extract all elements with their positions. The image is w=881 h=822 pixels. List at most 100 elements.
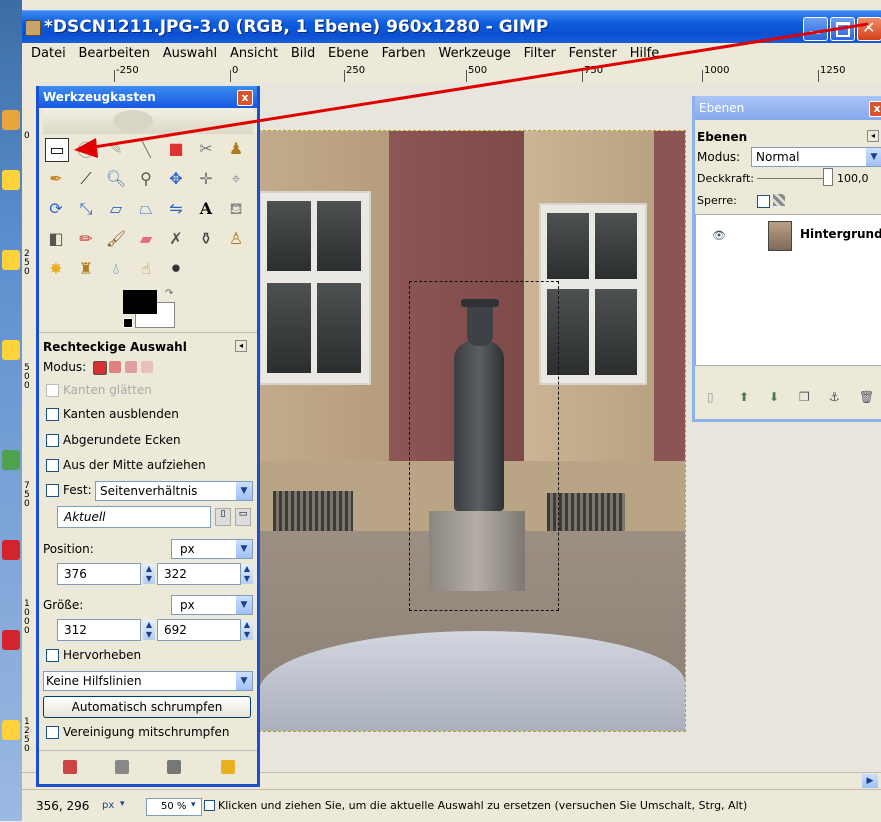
desktop-icon[interactable] xyxy=(2,250,20,270)
foreground-select-tool-icon[interactable]: ♟ xyxy=(225,138,247,160)
position-y-spinner[interactable]: ▲ ▼ xyxy=(241,564,253,584)
configure-icon[interactable]: ◂ xyxy=(867,130,879,142)
ink-tool-icon[interactable]: ⚱ xyxy=(195,228,217,250)
duplicate-layer-icon[interactable]: ❐ xyxy=(799,390,810,404)
desktop-icon[interactable] xyxy=(2,450,20,470)
bucket-fill-tool-icon[interactable]: ⛾ xyxy=(225,198,247,220)
position-x-input[interactable]: 376 xyxy=(57,563,141,585)
perspective-tool-icon[interactable]: ⏢ xyxy=(135,198,157,220)
ellipse-select-tool-icon[interactable]: ◯ xyxy=(75,138,97,160)
free-select-tool-icon[interactable]: ✎ xyxy=(105,138,127,160)
size-unit-select[interactable]: px ▼ xyxy=(171,595,253,615)
heal-tool-icon[interactable]: ✸ xyxy=(45,258,67,280)
scroll-right-icon[interactable]: ▶ xyxy=(862,774,878,788)
color-picker-tool-icon[interactable]: ⟋ xyxy=(75,168,97,190)
fixed-value-input[interactable]: Aktuell xyxy=(57,506,211,528)
paintbrush-tool-icon[interactable]: 🖌︎ xyxy=(105,228,127,250)
expand-from-center-checkbox[interactable] xyxy=(46,459,59,472)
pencil-tool-icon[interactable]: ✏ xyxy=(75,228,97,250)
scissors-tool-icon[interactable]: ✂ xyxy=(195,138,217,160)
image-canvas[interactable] xyxy=(258,130,686,732)
portrait-icon[interactable]: ▯ xyxy=(215,508,231,526)
new-layer-icon[interactable]: ▯ xyxy=(707,390,714,404)
desktop-icon[interactable] xyxy=(2,540,20,560)
anchor-layer-icon[interactable]: ⚓ xyxy=(829,390,840,404)
align-tool-icon[interactable]: ✛ xyxy=(195,168,217,190)
menu-werkzeuge[interactable]: Werkzeuge xyxy=(439,46,511,61)
antialias-checkbox[interactable] xyxy=(46,384,59,397)
flip-tool-icon[interactable]: ⇋ xyxy=(165,198,187,220)
menu-bearbeiten[interactable]: Bearbeiten xyxy=(79,46,150,61)
opacity-slider[interactable] xyxy=(757,178,827,179)
layer-list[interactable]: 👁︎ Hintergrund xyxy=(695,214,881,366)
fixed-checkbox[interactable] xyxy=(46,484,59,497)
menu-hilfe[interactable]: Hilfe xyxy=(630,46,660,61)
horizontal-ruler[interactable]: -250 0 250 500 750 1000 1250 xyxy=(36,63,881,83)
fuzzy-select-tool-icon[interactable]: ╲ xyxy=(135,138,157,160)
menu-farben[interactable]: Farben xyxy=(382,46,426,61)
menu-datei[interactable]: Datei xyxy=(31,46,66,61)
lock-alpha-checkbox[interactable] xyxy=(757,195,770,208)
gimp-app-icon[interactable] xyxy=(25,20,41,36)
layers-titlebar[interactable]: Ebenen x xyxy=(695,96,881,120)
desktop-icon[interactable] xyxy=(2,720,20,740)
size-width-spinner[interactable]: ▲ ▼ xyxy=(143,620,155,640)
raise-layer-icon[interactable]: ⬆ xyxy=(739,390,749,404)
maximize-button[interactable] xyxy=(830,17,855,41)
highlight-checkbox[interactable] xyxy=(46,649,59,662)
shrink-merged-checkbox[interactable] xyxy=(46,726,59,739)
eraser-tool-icon[interactable]: ▰ xyxy=(135,228,157,250)
mode-subtract-icon[interactable] xyxy=(125,361,137,373)
auto-shrink-button[interactable]: Automatisch schrumpfen xyxy=(43,696,251,718)
rectangle-selection[interactable] xyxy=(409,281,559,611)
layer-row[interactable]: 👁︎ Hintergrund xyxy=(696,215,881,255)
reset-options-icon[interactable] xyxy=(221,760,235,774)
blend-tool-icon[interactable]: ◧ xyxy=(45,228,67,250)
blur-tool-icon[interactable]: 💧︎ xyxy=(105,258,127,280)
layers-close-button[interactable]: x xyxy=(869,101,881,117)
window-titlebar[interactable]: *DSCN1211.JPG-3.0 (RGB, 1 Ebene) 960x128… xyxy=(22,10,881,44)
perspective-clone-tool-icon[interactable]: ♜ xyxy=(75,258,97,280)
rotate-tool-icon[interactable]: ⟳ xyxy=(45,198,67,220)
delete-layer-icon[interactable]: 🗑︎ xyxy=(859,390,874,404)
layer-mode-select[interactable]: Normal ▼ xyxy=(751,147,881,167)
menu-ebene[interactable]: Ebene xyxy=(328,46,369,61)
swap-colors-icon[interactable]: ↷ xyxy=(165,288,173,299)
fixed-select[interactable]: Seitenverhältnis ▼ xyxy=(95,481,253,501)
desktop-icon[interactable] xyxy=(2,110,20,130)
zoom-tool-icon[interactable]: 🔍︎ xyxy=(105,168,127,190)
desktop-icon[interactable] xyxy=(2,630,20,650)
desktop-icon[interactable] xyxy=(2,340,20,360)
save-options-icon[interactable] xyxy=(63,760,77,774)
toolbox-close-button[interactable]: x xyxy=(237,90,253,106)
guides-select[interactable]: Keine Hilfslinien ▼ xyxy=(43,671,253,691)
smudge-tool-icon[interactable]: ☝ xyxy=(135,258,157,280)
menu-filter[interactable]: Filter xyxy=(524,46,556,61)
size-height-input[interactable]: 692 xyxy=(157,619,241,641)
color-select-tool-icon[interactable]: ■ xyxy=(165,138,187,160)
measure-tool-icon[interactable]: ⚲ xyxy=(135,168,157,190)
position-unit-select[interactable]: px ▼ xyxy=(171,539,253,559)
toolbox-titlebar[interactable]: Werkzeugkasten x xyxy=(39,86,257,108)
unit-select[interactable]: px ▾ xyxy=(96,798,134,814)
text-tool-icon[interactable]: A xyxy=(195,198,217,220)
clone-tool-icon[interactable]: ♙ xyxy=(225,228,247,250)
opacity-value[interactable]: 100,0 xyxy=(837,172,869,185)
airbrush-tool-icon[interactable]: ✗ xyxy=(165,228,187,250)
opacity-slider-handle[interactable] xyxy=(823,168,833,186)
default-colors-icon[interactable] xyxy=(123,318,133,328)
desktop-icon[interactable] xyxy=(2,170,20,190)
position-y-input[interactable]: 322 xyxy=(157,563,241,585)
foreground-color-swatch[interactable] xyxy=(123,290,157,314)
eye-icon[interactable]: 👁︎ xyxy=(712,229,726,242)
scale-tool-icon[interactable]: ⤡ xyxy=(75,198,97,220)
menu-ansicht[interactable]: Ansicht xyxy=(230,46,278,61)
rounded-corners-checkbox[interactable] xyxy=(46,434,59,447)
configure-icon[interactable]: ◂ xyxy=(235,340,247,352)
paths-tool-icon[interactable]: ✒ xyxy=(45,168,67,190)
close-button[interactable]: ✕ xyxy=(857,17,881,41)
position-x-spinner[interactable]: ▲ ▼ xyxy=(143,564,155,584)
size-height-spinner[interactable]: ▲ ▼ xyxy=(241,620,253,640)
crop-tool-icon[interactable]: ⌖ xyxy=(225,168,247,190)
size-width-input[interactable]: 312 xyxy=(57,619,141,641)
